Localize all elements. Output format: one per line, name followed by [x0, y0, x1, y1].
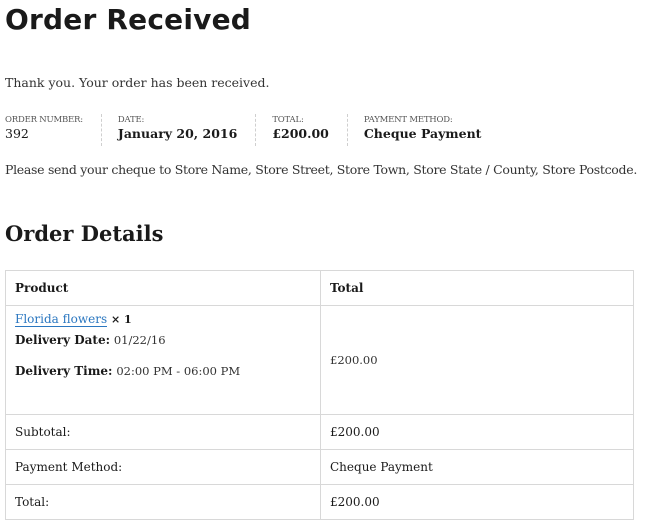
overview-payment-method: Payment Method: Cheque Payment — [364, 114, 500, 146]
payment-method-row-label: Payment Method: — [5, 449, 321, 485]
product-total: £200.00 — [330, 353, 378, 367]
product-quantity: × 1 — [110, 313, 132, 326]
totals-row-payment-method: Payment Method: Cheque Payment — [5, 449, 634, 485]
payment-method-value: Cheque Payment — [363, 126, 482, 141]
header-total: Total — [320, 270, 634, 306]
subtotal-label: Subtotal: — [5, 414, 321, 450]
delivery-date: Delivery Date: 01/22/16 — [15, 333, 311, 347]
product-link[interactable]: Florida flowers — [15, 312, 108, 327]
totals-row-subtotal: Subtotal: £200.00 — [5, 414, 634, 450]
payment-method-row-value: Cheque Payment — [320, 449, 634, 485]
table-row: Florida flowers × 1 Delivery Date: 01/22… — [5, 305, 634, 415]
order-number-value: 392 — [5, 126, 29, 141]
grand-total-value: £200.00 — [320, 484, 634, 520]
thank-you-message: Thank you. Your order has been received. — [5, 75, 270, 90]
order-details-title: Order Details — [5, 221, 164, 246]
date-value: January 20, 2016 — [117, 126, 238, 141]
product-cell: Florida flowers × 1 Delivery Date: 01/22… — [5, 305, 321, 415]
page-title: Order Received — [5, 3, 252, 36]
cheque-instructions: Please send your cheque to Store Name, S… — [5, 162, 638, 177]
delivery-date-label: Delivery Date: — [15, 333, 111, 347]
order-details-table: Product Total Florida flowers × 1 Delive… — [5, 270, 634, 520]
product-total-cell: £200.00 — [320, 305, 634, 415]
grand-total-label: Total: — [5, 484, 321, 520]
overview-date: Date: January 20, 2016 — [117, 114, 257, 146]
overview-order-number: Order Number: 392 — [5, 114, 102, 146]
subtotal-value: £200.00 — [320, 414, 634, 450]
table-header-row: Product Total — [5, 270, 634, 306]
header-product: Product — [5, 270, 321, 306]
delivery-time-label: Delivery Time: — [15, 364, 113, 378]
overview-total: Total: £200.00 — [272, 114, 348, 146]
total-value: £200.00 — [272, 126, 329, 141]
delivery-date-value: 01/22/16 — [113, 333, 166, 347]
order-overview: Order Number: 392 Date: January 20, 2016… — [5, 114, 515, 146]
delivery-time: Delivery Time: 02:00 PM - 06:00 PM — [15, 364, 311, 378]
order-number-label: Order Number: — [5, 115, 83, 125]
total-label: Total: — [272, 115, 304, 125]
totals-row-total: Total: £200.00 — [5, 484, 634, 520]
delivery-time-value: 02:00 PM - 06:00 PM — [116, 364, 241, 378]
date-label: Date: — [117, 115, 145, 125]
payment-method-label: Payment Method: — [363, 115, 453, 125]
